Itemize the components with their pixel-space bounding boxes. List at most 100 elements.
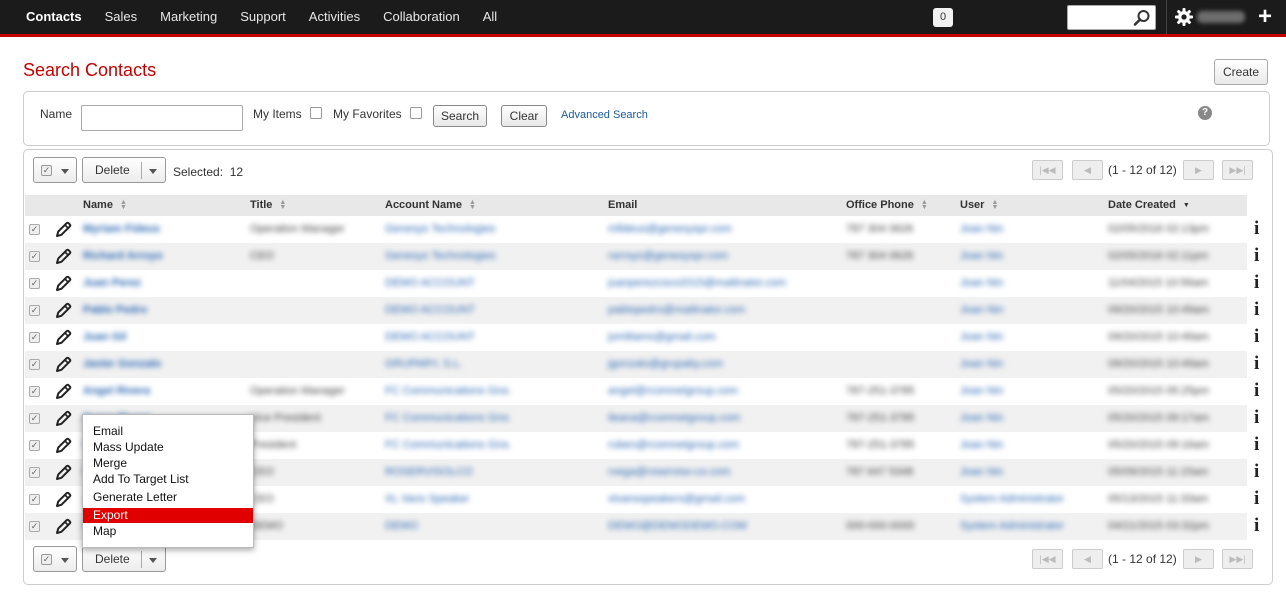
nav-all[interactable]: All [471,0,508,34]
row-checkbox[interactable]: ✓ [29,224,40,235]
info-icon[interactable]: i [1254,515,1259,537]
first-page-button[interactable]: |◀◀ [1032,160,1063,180]
cell-account-name[interactable]: ROSERVISOLCO [385,466,473,478]
cell-name[interactable]: Juan Perez [83,277,141,289]
cell-account-name[interactable]: GRUPARY, S.L. [385,358,463,370]
pencil-edit-icon[interactable] [54,491,72,509]
cell-account-name[interactable]: FC Communications Group, Corp. [385,439,510,451]
create-button[interactable]: Create [1214,59,1268,85]
row-checkbox[interactable]: ✓ [29,251,40,262]
row-checkbox[interactable]: ✓ [29,278,40,289]
global-search-box[interactable] [1067,5,1156,30]
cell-account-name[interactable]: Genesys Technologies [385,250,495,262]
previous-page-button-bottom[interactable]: ◀ [1072,549,1103,569]
pencil-edit-icon[interactable] [54,437,72,455]
info-icon[interactable]: i [1254,488,1259,510]
menu-item-add-to-target-list[interactable]: Add To Target List [83,472,253,487]
cell-account-name[interactable]: DEMO ACCOUNT [385,277,475,289]
column-header-date-created[interactable]: Date Created ▼ [1108,199,1190,211]
row-checkbox[interactable]: ✓ [29,521,40,532]
chevron-down-icon[interactable] [149,169,157,174]
cell-email[interactable]: angel@rcomnetgroup.com [608,385,738,397]
menu-item-merge[interactable]: Merge [83,456,253,471]
delete-action-button[interactable]: Delete [82,157,166,183]
user-menu-name[interactable] [1197,11,1245,23]
cell-account-name[interactable]: DEMO ACCOUNT [385,304,475,316]
pencil-edit-icon[interactable] [54,518,72,536]
last-page-button-bottom[interactable]: ▶▶| [1222,549,1253,569]
row-checkbox[interactable]: ✓ [29,332,40,343]
info-icon[interactable]: i [1254,380,1259,402]
row-checkbox[interactable]: ✓ [29,359,40,370]
row-checkbox[interactable]: ✓ [29,305,40,316]
cell-account-name[interactable]: Genesys Technologies [385,223,495,235]
select-all-checkbox[interactable]: ✓ [41,554,52,565]
nav-support[interactable]: Support [229,0,298,34]
cell-email[interactable]: DEMO@DEMODEMO.COM [608,520,747,532]
nav-collaboration[interactable]: Collaboration [372,0,472,34]
menu-item-export[interactable]: Export [83,508,253,523]
cell-user[interactable]: Joan Nin [960,385,1003,397]
sort-icon[interactable]: ▲ ▼ [991,199,998,211]
row-checkbox[interactable]: ✓ [29,440,40,451]
cell-user[interactable]: Joan Nin [960,250,1003,262]
name-search-input[interactable] [81,105,243,131]
menu-item-email[interactable]: Email [83,424,253,439]
sort-desc-icon[interactable]: ▼ [1183,202,1190,209]
cell-name[interactable]: Pablo Pedro [83,304,147,316]
nav-marketing[interactable]: Marketing [149,0,229,34]
cell-name[interactable]: Javier Gonzalo [83,358,161,370]
cell-user[interactable]: Joan Nin [960,277,1003,289]
search-icon[interactable] [1133,9,1151,27]
column-header-name[interactable]: Name ▲ ▼ [83,199,127,211]
info-icon[interactable]: i [1254,326,1259,348]
notification-count-badge[interactable]: 0 [933,8,953,27]
column-header-office-phone[interactable]: Office Phone ▲ ▼ [846,199,928,211]
sort-icon[interactable]: ▲ ▼ [120,199,127,211]
nav-contacts[interactable]: Contacts [14,0,93,34]
pencil-edit-icon[interactable] [54,221,72,239]
pencil-edit-icon[interactable] [54,275,72,293]
cell-email[interactable]: rvega@roserviso-co.com [608,466,730,478]
sort-icon[interactable]: ▲ ▼ [279,199,286,211]
cell-email[interactable]: ruben@rcomnetgroup.com [608,439,739,451]
cell-email[interactable]: jomlitams@gmail.com [608,331,716,343]
advanced-search-link[interactable]: Advanced Search [561,109,648,121]
info-icon[interactable]: i [1254,407,1259,429]
my-favorites-checkbox[interactable] [410,107,422,119]
pencil-edit-icon[interactable] [54,356,72,374]
info-icon[interactable]: i [1254,434,1259,456]
cell-user[interactable]: Joan Nin [960,304,1003,316]
cell-user[interactable]: Joan Nin [960,358,1003,370]
chevron-down-icon[interactable] [149,558,157,563]
cell-user[interactable]: Joan Nin [960,223,1003,235]
column-header-user[interactable]: User ▲ ▼ [960,199,998,211]
delete-action-button-bottom[interactable]: Delete [82,546,166,572]
row-checkbox[interactable]: ✓ [29,467,40,478]
cell-account-name[interactable]: DEMO [385,520,418,532]
cell-email[interactable]: rarroyo@genesyspr.com [608,250,728,262]
cell-email[interactable]: juanperezcoco2015@mailinator.com [608,277,786,289]
previous-page-button[interactable]: ◀ [1072,160,1103,180]
pencil-edit-icon[interactable] [54,329,72,347]
column-header-email[interactable]: Email [608,199,637,211]
pencil-edit-icon[interactable] [54,302,72,320]
next-page-button-bottom[interactable]: ▶ [1183,549,1214,569]
quick-create-plus-icon[interactable]: + [1258,5,1272,29]
cell-account-name[interactable]: FC Communications Group, Corp. [385,412,510,424]
info-icon[interactable]: i [1254,299,1259,321]
sort-icon[interactable]: ▲ ▼ [921,199,928,211]
info-icon[interactable]: i [1254,218,1259,240]
column-header-title[interactable]: Title ▲ ▼ [250,199,286,211]
select-all-dropdown-bottom[interactable]: ✓ [33,546,77,572]
sort-icon[interactable]: ▲ ▼ [469,199,476,211]
cell-email[interactable]: xlvansspeakers@gmail.com [608,493,745,505]
nav-sales[interactable]: Sales [93,0,149,34]
cell-account-name[interactable]: XL Vans Speaker [385,493,469,505]
pencil-edit-icon[interactable] [54,248,72,266]
help-icon[interactable]: ? [1198,106,1212,120]
clear-button[interactable]: Clear [501,105,547,127]
cell-user[interactable]: System Administrator [960,493,1064,505]
cell-email[interactable]: jgonzalo@grupaby.com [608,358,723,370]
last-page-button[interactable]: ▶▶| [1222,160,1253,180]
